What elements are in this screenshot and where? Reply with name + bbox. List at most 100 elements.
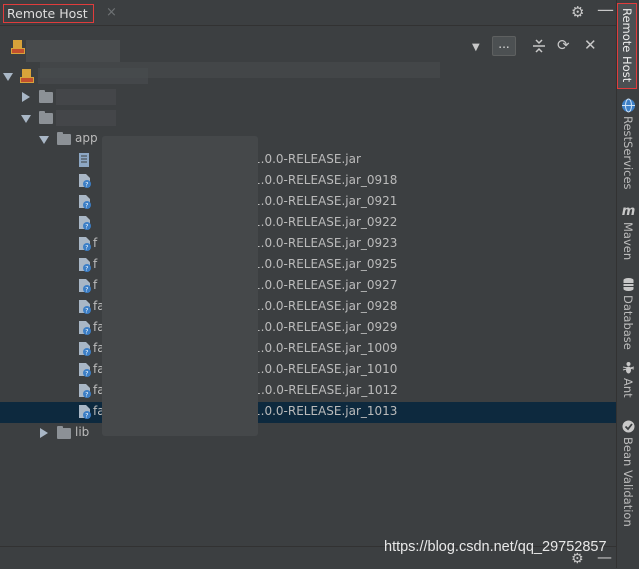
file-label: 1.0.0-RELEASE.jar_0921 (253, 194, 398, 208)
unknown-file-icon: ? (79, 321, 91, 336)
svg-text:?: ? (85, 266, 88, 273)
file-label: 1.0.0-RELEASE.jar_1013 (253, 404, 398, 418)
expand-arrow-icon[interactable] (39, 136, 49, 144)
tool-tab-label: Maven (621, 222, 635, 261)
tree-folder-app[interactable]: app (0, 129, 616, 150)
unknown-file-icon: ? (79, 195, 91, 210)
database-icon (623, 278, 634, 291)
file-label: 1.0.0-RELEASE.jar (253, 152, 361, 166)
folder-icon (39, 90, 53, 103)
svg-text:?: ? (85, 224, 88, 231)
unknown-file-icon: ? (79, 258, 91, 273)
tree-file-row-selected[interactable]: ? fa 1.0.0-RELEASE.jar_1013 (0, 402, 616, 423)
svg-text:?: ? (85, 287, 88, 294)
file-label: 1.0.0-RELEASE.jar_0923 (253, 236, 398, 250)
expand-arrow-icon[interactable] (21, 115, 31, 123)
svg-text:?: ? (85, 308, 88, 315)
expand-arrow-icon[interactable] (3, 73, 13, 81)
tree-file-row[interactable]: 1.0.0-RELEASE.jar (0, 150, 616, 171)
file-label: 1.0.0-RELEASE.jar_0925 (253, 257, 398, 271)
folder-icon (57, 426, 71, 439)
tree-folder-lib[interactable]: lib (0, 423, 616, 444)
tool-tab-label: Database (621, 295, 635, 350)
maven-icon: m (621, 204, 636, 219)
redacted-host-name (26, 40, 120, 62)
file-label-prefix: f (93, 257, 98, 271)
bean-validation-icon (622, 420, 635, 433)
dropdown-icon[interactable]: ▼ (472, 42, 480, 53)
tree-file-row[interactable]: ? 1.0.0-RELEASE.jar_0921 (0, 192, 616, 213)
tree-file-row[interactable]: ? f 1.0.0-RELEASE.jar_0923 (0, 234, 616, 255)
minimize-icon[interactable]: — (597, 0, 614, 20)
tool-tab-maven[interactable]: m Maven (617, 204, 639, 264)
tool-tab-restservices[interactable]: RestServices (617, 98, 639, 190)
file-label: 1.0.0-RELEASE.jar_1010 (253, 362, 398, 376)
tree-file-row[interactable]: ? fa -1.0.0-RELEASE.jar_1012 (0, 381, 616, 402)
tool-tab-bean-validation[interactable]: Bean Validation (617, 419, 639, 529)
file-label-prefix: f (93, 236, 98, 250)
svg-text:?: ? (85, 350, 88, 357)
unknown-file-icon: ? (79, 174, 91, 189)
watermark-text: https://blog.csdn.net/qq_29752857 (384, 539, 607, 555)
unknown-file-icon: ? (79, 405, 91, 420)
sftp-server-icon (20, 69, 34, 83)
unknown-file-icon: ? (79, 237, 91, 252)
file-label: 1.0.0-RELEASE.jar_1009 (253, 341, 398, 355)
remote-host-tab-label: Remote Host (7, 6, 88, 21)
folder-icon (57, 132, 71, 145)
tool-tab-database[interactable]: Database (617, 277, 639, 350)
unknown-file-icon: ? (79, 342, 91, 357)
folder-label: lib (75, 425, 90, 439)
tree-file-row[interactable]: ? fa 1.0.0-RELEASE.jar_1009 (0, 339, 616, 360)
file-label: 1.0.0-RELEASE.jar_0929 (253, 320, 398, 334)
tree-folder-row[interactable] (0, 87, 616, 108)
tool-tab-remote-host[interactable]: Remote Host (617, 3, 637, 89)
file-label-prefix: f (93, 278, 98, 292)
svg-text:?: ? (85, 413, 88, 420)
settings-gear-icon[interactable]: ⚙ (571, 3, 584, 21)
tree-root-row[interactable] (0, 66, 616, 87)
unknown-file-icon: ? (79, 384, 91, 399)
file-label: 1.0.0-RELEASE.jar_0927 (253, 278, 398, 292)
collapse-all-icon[interactable] (532, 38, 546, 54)
svg-text:?: ? (85, 329, 88, 336)
tool-tab-label: RestServices (621, 116, 635, 190)
svg-text:?: ? (85, 245, 88, 252)
unknown-file-icon: ? (79, 216, 91, 231)
collapse-arrow-icon[interactable] (40, 428, 48, 438)
tree-file-row[interactable]: ? fa 1.0.0-RELEASE.jar_0929 (0, 318, 616, 339)
file-label: 1.0.0-RELEASE.jar_0928 (253, 299, 398, 313)
tool-tab-ant[interactable]: Ant (617, 360, 639, 405)
tree-file-row[interactable]: ? 1.0.0-RELEASE.jar_0918 (0, 171, 616, 192)
ant-icon (622, 362, 635, 374)
tab-close-icon[interactable]: × (106, 5, 117, 20)
file-label: 1.0.0-RELEASE.jar_0922 (253, 215, 398, 229)
tree-folder-row[interactable] (0, 108, 616, 129)
close-icon[interactable]: ✕ (584, 36, 597, 54)
svg-text:?: ? (85, 203, 88, 210)
collapse-arrow-icon[interactable] (22, 92, 30, 102)
refresh-icon[interactable]: ⟳ (557, 36, 570, 54)
svg-text:?: ? (85, 371, 88, 378)
tree-file-row[interactable]: ? 1.0.0-RELEASE.jar_0922 (0, 213, 616, 234)
unknown-file-icon: ? (79, 363, 91, 378)
tree-file-row[interactable]: ? fa 1.0.0-RELEASE.jar_1010 (0, 360, 616, 381)
tree-file-row[interactable]: ? fa 1.0.0-RELEASE.jar_0928 (0, 297, 616, 318)
file-label: -1.0.0-RELEASE.jar_1012 (249, 383, 398, 397)
tool-tab-label: Bean Validation (621, 437, 635, 527)
jar-icon (79, 153, 89, 167)
tree-file-row[interactable]: ? f 1.0.0-RELEASE.jar_0927 (0, 276, 616, 297)
redacted-root-name (38, 68, 148, 84)
redacted-folder-name (56, 110, 116, 126)
redacted-file-names (102, 136, 258, 436)
globe-icon (622, 98, 635, 113)
folder-label: app (75, 131, 98, 145)
remote-host-tab[interactable]: Remote Host (3, 4, 94, 23)
file-tree: app 1.0.0-RELEASE.jar ? 1.0.0-RELEASE.ja… (0, 66, 616, 546)
tree-file-row[interactable]: ? f 1.0.0-RELEASE.jar_0925 (0, 255, 616, 276)
file-label: 1.0.0-RELEASE.jar_0918 (253, 173, 398, 187)
svg-text:?: ? (85, 392, 88, 399)
redacted-folder-name (56, 89, 116, 105)
unknown-file-icon: ? (79, 279, 91, 294)
more-button[interactable]: ... (492, 36, 516, 56)
